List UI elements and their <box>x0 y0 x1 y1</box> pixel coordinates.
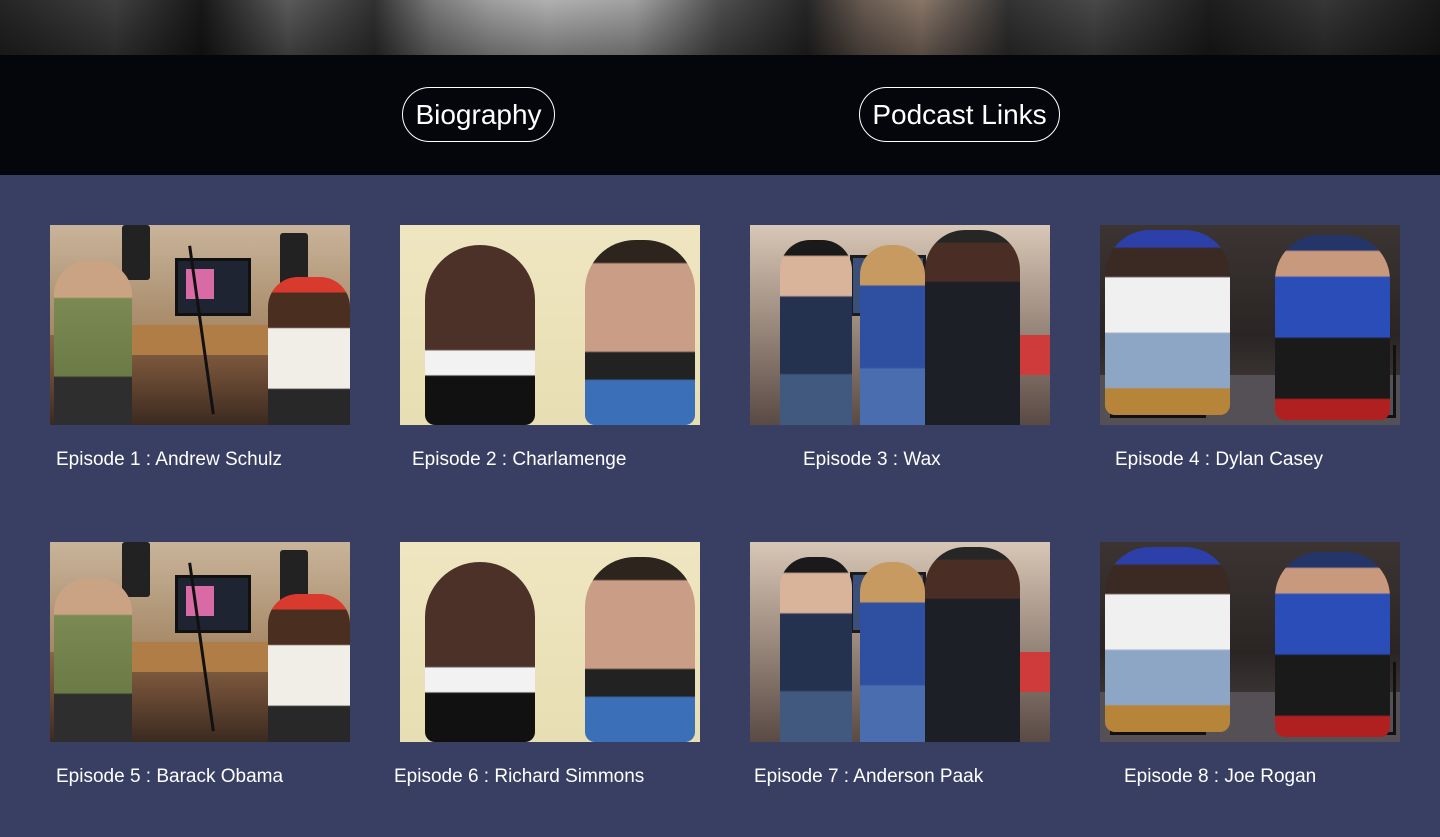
episode-card[interactable]: Episode 8 : Joe Rogan <box>1100 542 1400 787</box>
episode-title[interactable]: Episode 4 : Dylan Casey <box>1115 449 1323 471</box>
episode-title[interactable]: Episode 7 : Anderson Paak <box>754 766 983 788</box>
episode-thumbnail[interactable] <box>50 542 350 742</box>
episode-thumbnail[interactable] <box>750 225 1050 425</box>
episode-thumbnail[interactable] <box>50 225 350 425</box>
episode-thumbnail[interactable] <box>750 542 1050 742</box>
episode-grid: Episode 1 : Andrew Schulz Episode 2 : Ch… <box>0 175 1440 837</box>
episode-title[interactable]: Episode 8 : Joe Rogan <box>1124 766 1316 788</box>
episode-title[interactable]: Episode 2 : Charlamenge <box>412 449 626 471</box>
episode-thumbnail[interactable] <box>400 542 700 742</box>
episode-card[interactable]: Episode 6 : Richard Simmons <box>394 542 700 787</box>
episode-thumbnail[interactable] <box>400 225 700 425</box>
episode-title[interactable]: Episode 5 : Barack Obama <box>56 766 283 788</box>
biography-button[interactable]: Biography <box>402 87 555 142</box>
episode-card[interactable]: Episode 2 : Charlamenge <box>400 225 700 470</box>
episode-card[interactable]: Episode 5 : Barack Obama <box>50 542 350 787</box>
episode-title[interactable]: Episode 1 : Andrew Schulz <box>56 449 282 471</box>
episode-card[interactable]: Episode 4 : Dylan Casey <box>1100 225 1400 470</box>
episode-card[interactable]: Episode 3 : Wax <box>750 225 1050 470</box>
episode-card[interactable]: Episode 7 : Anderson Paak <box>750 542 1050 787</box>
episode-card[interactable]: Episode 1 : Andrew Schulz <box>50 225 350 470</box>
hero-banner-image <box>0 0 1440 55</box>
episode-title[interactable]: Episode 6 : Richard Simmons <box>394 766 644 788</box>
episode-thumbnail[interactable] <box>1100 542 1400 742</box>
podcast-links-button[interactable]: Podcast Links <box>859 87 1060 142</box>
navbar: Biography Podcast Links <box>0 55 1440 175</box>
episode-thumbnail[interactable] <box>1100 225 1400 425</box>
episode-title[interactable]: Episode 3 : Wax <box>803 449 941 471</box>
